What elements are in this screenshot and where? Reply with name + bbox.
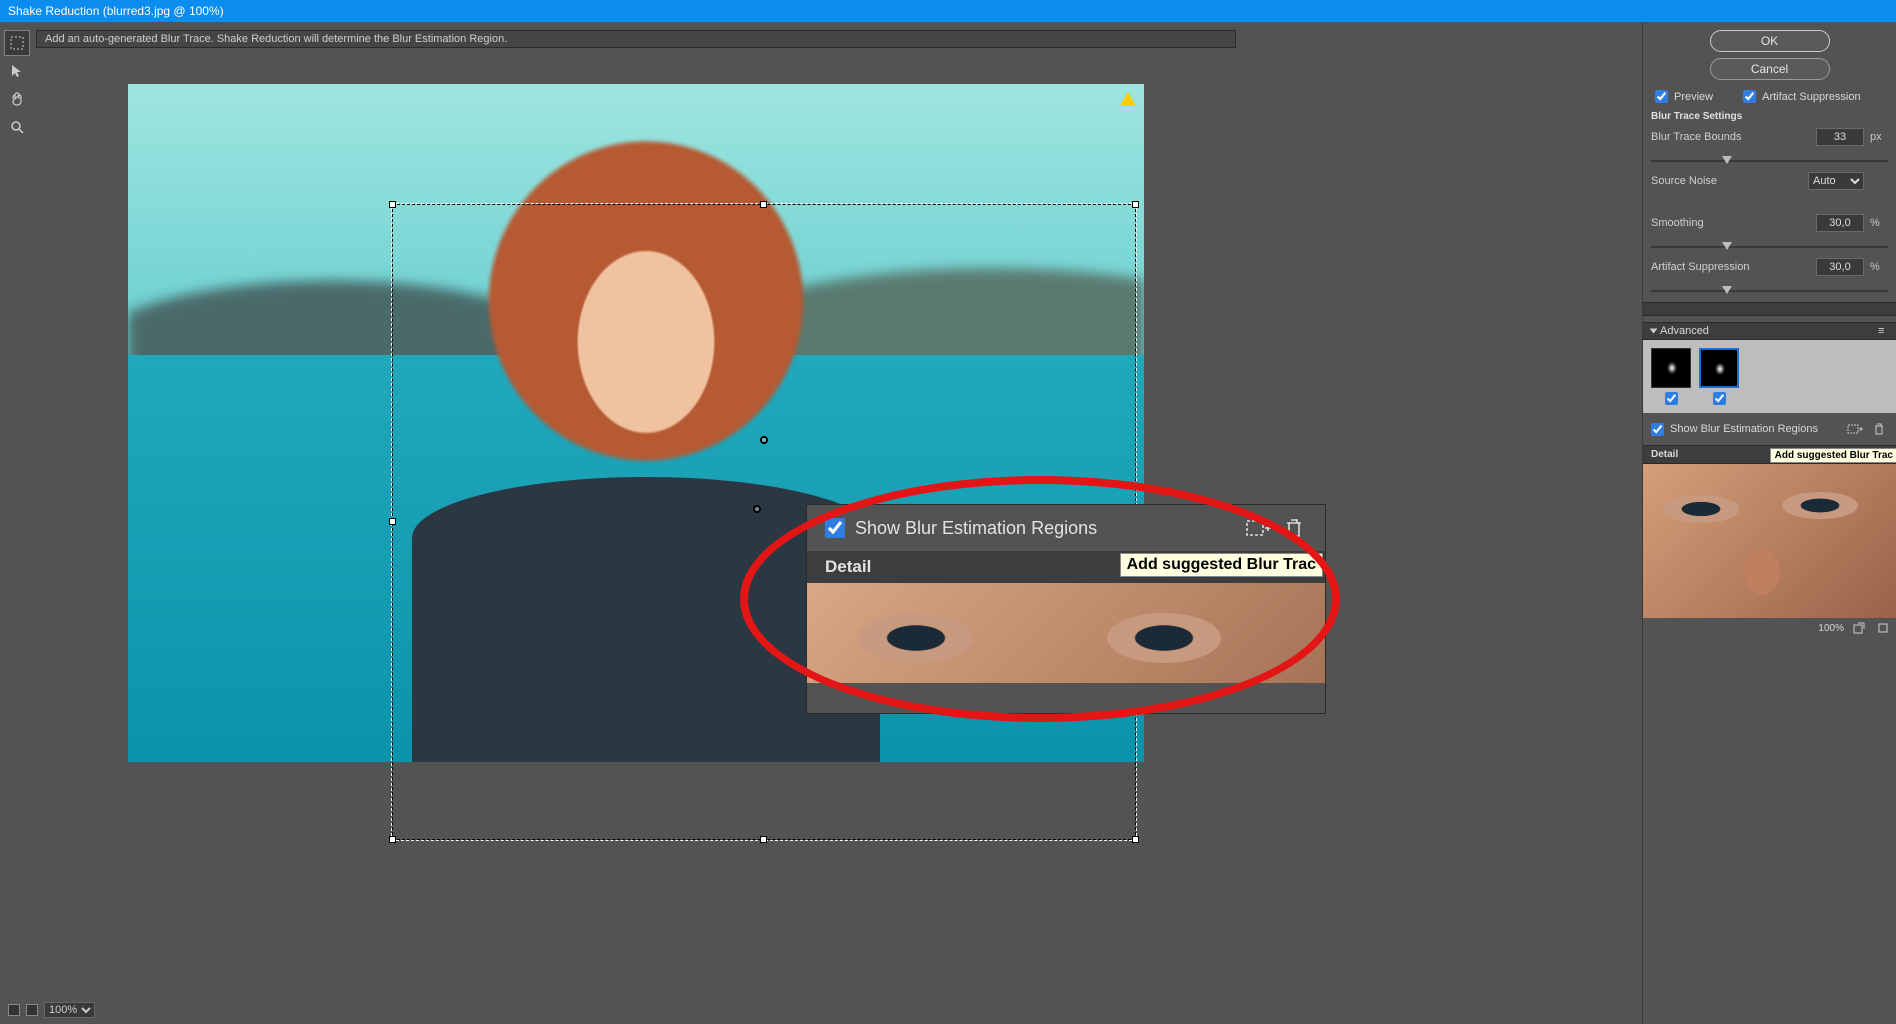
undock-loupe-icon[interactable]	[1850, 620, 1868, 636]
resize-handle[interactable]	[1132, 201, 1139, 208]
callout-add-blur-trace-icon[interactable]	[1245, 515, 1271, 541]
resize-handle[interactable]	[760, 201, 767, 208]
left-toolbar	[4, 30, 32, 140]
tool-hand[interactable]	[4, 86, 30, 112]
trace-center-marker[interactable]	[760, 436, 768, 444]
callout-detail-header: Detail Add suggested Blur Trac	[807, 551, 1325, 583]
resize-handle[interactable]	[1132, 836, 1139, 843]
smoothing-label: Smoothing	[1651, 217, 1816, 229]
window-titlebar: Shake Reduction (blurred3.jpg @ 100%)	[0, 0, 1896, 22]
show-blur-estimation-regions-checkbox[interactable]	[1651, 423, 1664, 436]
callout-detail-preview	[807, 583, 1325, 683]
detail-section-header: Detail Add suggested Blur Trac	[1643, 445, 1896, 464]
callout-tooltip: Add suggested Blur Trac	[1120, 553, 1323, 577]
tool-pointer[interactable]	[4, 58, 30, 84]
blur-trace-bounds-label: Blur Trace Bounds	[1651, 131, 1816, 143]
advanced-section-header[interactable]: Advanced	[1643, 322, 1896, 340]
detail-loupe-preview[interactable]	[1643, 464, 1896, 618]
zoom-icon	[9, 119, 25, 135]
status-bar: 100%	[8, 1002, 95, 1018]
window-title: Shake Reduction (blurred3.jpg @ 100%)	[8, 4, 224, 18]
callout-delete-blur-trace-icon[interactable]	[1281, 515, 1307, 541]
hint-text: Add an auto-generated Blur Trace. Shake …	[45, 33, 507, 45]
artifact-suppression-input[interactable]	[1816, 258, 1864, 276]
marquee-icon	[9, 35, 25, 51]
blur-trace-bounds-slider[interactable]	[1651, 160, 1888, 162]
hint-bar: Add an auto-generated Blur Trace. Shake …	[36, 30, 1236, 48]
ok-button[interactable]: OK	[1710, 30, 1830, 52]
callout-show-regions-label: Show Blur Estimation Regions	[855, 518, 1235, 539]
blur-trace-bounds-input[interactable]	[1816, 128, 1864, 146]
right-panel: OK Cancel Preview Artifact Suppression B…	[1642, 22, 1896, 1024]
trace-center-marker[interactable]	[753, 505, 761, 513]
detail-zoom-label: 100%	[1818, 623, 1844, 634]
blur-trace-thumb[interactable]	[1699, 348, 1739, 405]
source-noise-label: Source Noise	[1651, 175, 1808, 187]
tool-marquee[interactable]	[4, 30, 30, 56]
smoothing-input[interactable]	[1816, 214, 1864, 232]
disclosure-triangle-icon	[1650, 329, 1658, 334]
blur-trace-settings-title: Blur Trace Settings	[1651, 111, 1888, 122]
tool-zoom[interactable]	[4, 114, 30, 140]
add-suggested-blur-trace-tooltip: Add suggested Blur Trac	[1770, 448, 1896, 463]
blur-trace-enable-checkbox[interactable]	[1665, 392, 1678, 405]
view-mode-single-icon[interactable]	[8, 1004, 20, 1016]
resize-handle[interactable]	[760, 836, 767, 843]
source-noise-select[interactable]: Auto	[1808, 172, 1864, 190]
resize-handle[interactable]	[389, 201, 396, 208]
blur-trace-thumb[interactable]	[1651, 348, 1691, 405]
smoothing-slider[interactable]	[1651, 246, 1888, 248]
preview-checkbox[interactable]: Preview	[1655, 90, 1713, 103]
show-regions-label: Show Blur Estimation Regions	[1670, 423, 1818, 435]
artifact-suppression-label: Artifact Suppression	[1651, 261, 1816, 273]
panel-menu-icon[interactable]	[1878, 325, 1888, 337]
cancel-button[interactable]: Cancel	[1710, 58, 1830, 80]
resize-handle[interactable]	[389, 518, 396, 525]
artifact-suppression-slider[interactable]	[1651, 290, 1888, 292]
hand-icon	[9, 91, 25, 107]
view-mode-split-icon[interactable]	[26, 1004, 38, 1016]
pointer-icon	[9, 63, 25, 79]
delete-blur-trace-icon[interactable]	[1870, 421, 1888, 437]
blur-trace-enable-checkbox[interactable]	[1713, 392, 1726, 405]
callout-show-regions-checkbox[interactable]	[825, 518, 845, 538]
resize-handle[interactable]	[389, 836, 396, 843]
reset-loupe-icon[interactable]	[1874, 620, 1892, 636]
artifact-suppression-checkbox[interactable]: Artifact Suppression	[1743, 90, 1860, 103]
warning-icon	[1120, 92, 1136, 106]
zoom-select[interactable]: 100%	[44, 1002, 95, 1018]
add-blur-trace-icon[interactable]	[1846, 421, 1864, 437]
callout-magnified-panel: Show Blur Estimation Regions Detail Add …	[806, 504, 1326, 714]
blur-trace-thumbnails	[1643, 340, 1896, 413]
